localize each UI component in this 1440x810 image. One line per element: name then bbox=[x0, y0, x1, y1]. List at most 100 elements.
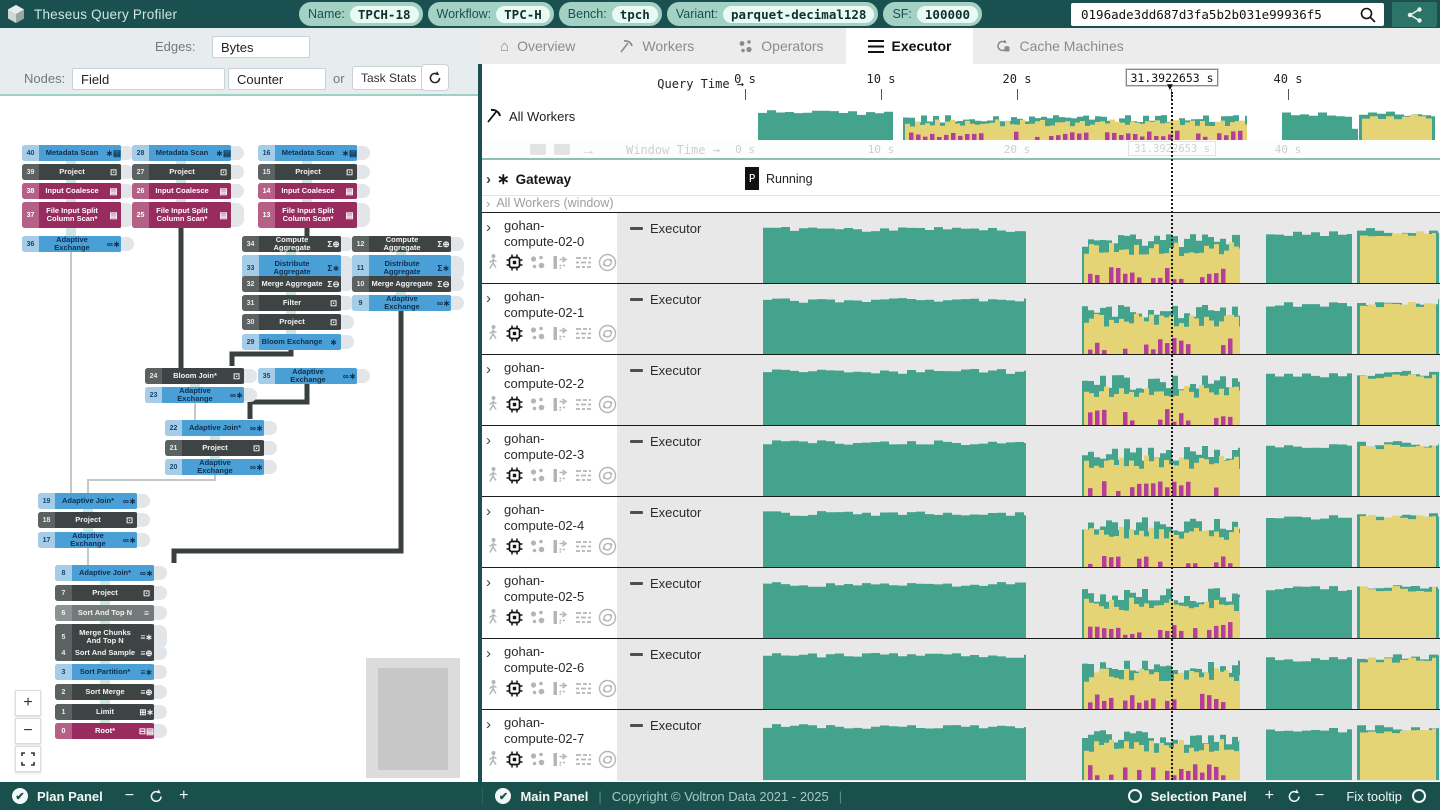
cpu-chip-icon[interactable] bbox=[505, 253, 524, 272]
search-input[interactable] bbox=[1071, 7, 1358, 22]
split-bar-icon[interactable] bbox=[551, 680, 569, 697]
plan-panel-refresh-icon[interactable] bbox=[148, 788, 165, 805]
chevron-expand-icon[interactable]: › bbox=[486, 646, 491, 661]
main-panel-check-icon[interactable]: ✔ bbox=[495, 788, 511, 804]
plan-node-file-input-split-column-scan[interactable]: 13File Input Split Column Scan*▤ bbox=[258, 202, 358, 228]
executor-row[interactable]: › gohan- compute-02-4 bbox=[478, 496, 1440, 567]
plan-node-input-coalesce[interactable]: 26Input Coalesce▤ bbox=[132, 183, 232, 199]
executor-utilization-chart[interactable] bbox=[617, 355, 1440, 426]
operators-dots-icon[interactable] bbox=[529, 467, 546, 484]
chevron-expand-icon[interactable]: › bbox=[486, 575, 491, 590]
plan-node-limit[interactable]: 1Limit⊞∗ bbox=[55, 704, 155, 720]
plan-node-project[interactable]: 39Project⊡ bbox=[22, 164, 122, 180]
task-list-icon[interactable] bbox=[574, 539, 593, 555]
plan-node-project[interactable]: 18Project⊡ bbox=[38, 512, 138, 528]
chevron-expand-icon[interactable]: › bbox=[486, 504, 491, 519]
cpu-chip-icon[interactable] bbox=[505, 537, 524, 556]
plan-node-file-input-split-column-scan[interactable]: 37File Input Split Column Scan*▤ bbox=[22, 202, 122, 228]
workflow-field[interactable]: Workflow: TPC-H bbox=[428, 2, 554, 26]
selection-panel-refresh-icon[interactable] bbox=[1286, 788, 1303, 805]
all-workers-window-row[interactable]: › All Workers (window) bbox=[478, 196, 1440, 212]
selection-panel-collapse-icon[interactable]: − bbox=[1315, 787, 1324, 805]
plan-node-adaptive-exchange[interactable]: 20Adaptive Exchange∞∗ bbox=[165, 459, 265, 475]
split-bar-icon[interactable] bbox=[551, 751, 569, 768]
all-workers-utilization-chart[interactable] bbox=[745, 100, 1440, 140]
tab-operators[interactable]: Operators bbox=[716, 28, 845, 64]
fit-view-button[interactable] bbox=[15, 746, 41, 772]
plan-minimap[interactable] bbox=[366, 658, 460, 778]
sync-icon[interactable] bbox=[598, 466, 617, 485]
chevron-expand-icon[interactable]: › bbox=[486, 220, 491, 235]
executor-utilization-chart[interactable] bbox=[617, 497, 1440, 568]
runner-icon[interactable] bbox=[485, 537, 500, 556]
plan-node-project[interactable]: 27Project⊡ bbox=[132, 164, 232, 180]
executor-row[interactable]: › gohan- compute-02-7 bbox=[478, 709, 1440, 780]
operators-dots-icon[interactable] bbox=[529, 325, 546, 342]
plan-node-adaptive-exchange[interactable]: 17Adaptive Exchange∞∗ bbox=[38, 532, 138, 548]
operators-dots-icon[interactable] bbox=[529, 609, 546, 626]
task-stats-button[interactable]: Task Stats bbox=[352, 66, 425, 90]
task-list-icon[interactable] bbox=[574, 468, 593, 484]
operators-dots-icon[interactable] bbox=[529, 680, 546, 697]
variant-field[interactable]: Variant: parquet-decimal128 bbox=[667, 2, 879, 26]
plan-refresh-button[interactable] bbox=[421, 64, 449, 91]
plan-node-project[interactable]: 30Project⊡ bbox=[242, 314, 342, 330]
chevron-expand-icon[interactable]: › bbox=[486, 362, 491, 377]
executor-row[interactable]: › gohan- compute-02-2 bbox=[478, 354, 1440, 425]
chevron-expand-icon[interactable]: › bbox=[486, 717, 491, 732]
split-bar-icon[interactable] bbox=[551, 325, 569, 342]
tab-overview[interactable]: ⌂ Overview bbox=[478, 28, 597, 64]
task-list-icon[interactable] bbox=[574, 610, 593, 626]
executor-utilization-chart[interactable] bbox=[617, 284, 1440, 355]
selection-panel-expand-icon[interactable]: + bbox=[1265, 787, 1274, 805]
sync-icon[interactable] bbox=[598, 537, 617, 556]
sf-field[interactable]: SF: 100000 bbox=[883, 2, 982, 26]
plan-node-adaptive-exchange[interactable]: 23Adaptive Exchange∞∗ bbox=[145, 387, 245, 403]
share-button[interactable] bbox=[1392, 2, 1437, 27]
plan-node-root[interactable]: 0Root*⊟▤ bbox=[55, 723, 155, 739]
plan-node-project[interactable]: 7Project⊡ bbox=[55, 585, 155, 601]
cpu-chip-icon[interactable] bbox=[505, 679, 524, 698]
plan-node-compute-aggregate[interactable]: 12Compute AggregateΣ⊕ bbox=[352, 236, 452, 252]
search-icon[interactable] bbox=[1358, 5, 1378, 25]
plan-node-project[interactable]: 21Project⊡ bbox=[165, 440, 265, 456]
plan-node-input-coalesce[interactable]: 14Input Coalesce▤ bbox=[258, 183, 358, 199]
plan-node-sort-merge[interactable]: 2Sort Merge≡⊕ bbox=[55, 684, 155, 700]
zoom-out-button[interactable]: − bbox=[15, 718, 41, 744]
runner-icon[interactable] bbox=[485, 253, 500, 272]
chevron-expand-icon[interactable]: › bbox=[486, 433, 491, 448]
task-list-icon[interactable] bbox=[574, 397, 593, 413]
cpu-chip-icon[interactable] bbox=[505, 750, 524, 769]
runner-icon[interactable] bbox=[485, 324, 500, 343]
plan-node-sort-partition[interactable]: 3Sort Partition*≡∗ bbox=[55, 664, 155, 680]
executor-utilization-chart[interactable] bbox=[617, 213, 1440, 284]
chevron-expand-icon[interactable]: › bbox=[486, 172, 491, 187]
plan-node-merge-aggregate[interactable]: 10Merge AggregateΣ⊖ bbox=[352, 276, 452, 292]
plan-node-adaptive-exchange[interactable]: 35Adaptive Exchange∞∗ bbox=[258, 368, 358, 384]
plan-node-merge-aggregate[interactable]: 32Merge AggregateΣ⊖ bbox=[242, 276, 342, 292]
runner-icon[interactable] bbox=[485, 750, 500, 769]
plan-node-adaptive-join[interactable]: 8Adaptive Join*∞∗ bbox=[55, 565, 155, 581]
operators-dots-icon[interactable] bbox=[529, 538, 546, 555]
executor-utilization-chart[interactable] bbox=[617, 710, 1440, 781]
operators-dots-icon[interactable] bbox=[529, 396, 546, 413]
time-cursor-line[interactable] bbox=[1171, 92, 1173, 780]
tab-cache-machines[interactable]: Cache Machines bbox=[973, 28, 1145, 64]
plan-node-metadata-scan[interactable]: 40Metadata Scan∗▤ bbox=[22, 145, 122, 161]
executor-utilization-chart[interactable] bbox=[617, 426, 1440, 497]
tab-workers[interactable]: Workers bbox=[597, 28, 716, 64]
plan-node-metadata-scan[interactable]: 28Metadata Scan∗▤ bbox=[132, 145, 232, 161]
sync-icon[interactable] bbox=[598, 679, 617, 698]
nodes-counter-input[interactable] bbox=[228, 68, 326, 90]
tab-executor[interactable]: Executor bbox=[846, 28, 974, 64]
zoom-in-button[interactable]: + bbox=[15, 690, 41, 716]
sync-icon[interactable] bbox=[598, 324, 617, 343]
fix-tooltip-toggle[interactable] bbox=[1412, 789, 1426, 803]
plan-node-adaptive-exchange[interactable]: 9Adaptive Exchange∞∗ bbox=[352, 295, 452, 311]
cpu-chip-icon[interactable] bbox=[505, 395, 524, 414]
bench-field[interactable]: Bench: tpch bbox=[559, 2, 662, 26]
split-bar-icon[interactable] bbox=[551, 538, 569, 555]
plan-node-adaptive-join[interactable]: 22Adaptive Join*∞∗ bbox=[165, 420, 265, 436]
split-bar-icon[interactable] bbox=[551, 609, 569, 626]
task-list-icon[interactable] bbox=[574, 255, 593, 271]
